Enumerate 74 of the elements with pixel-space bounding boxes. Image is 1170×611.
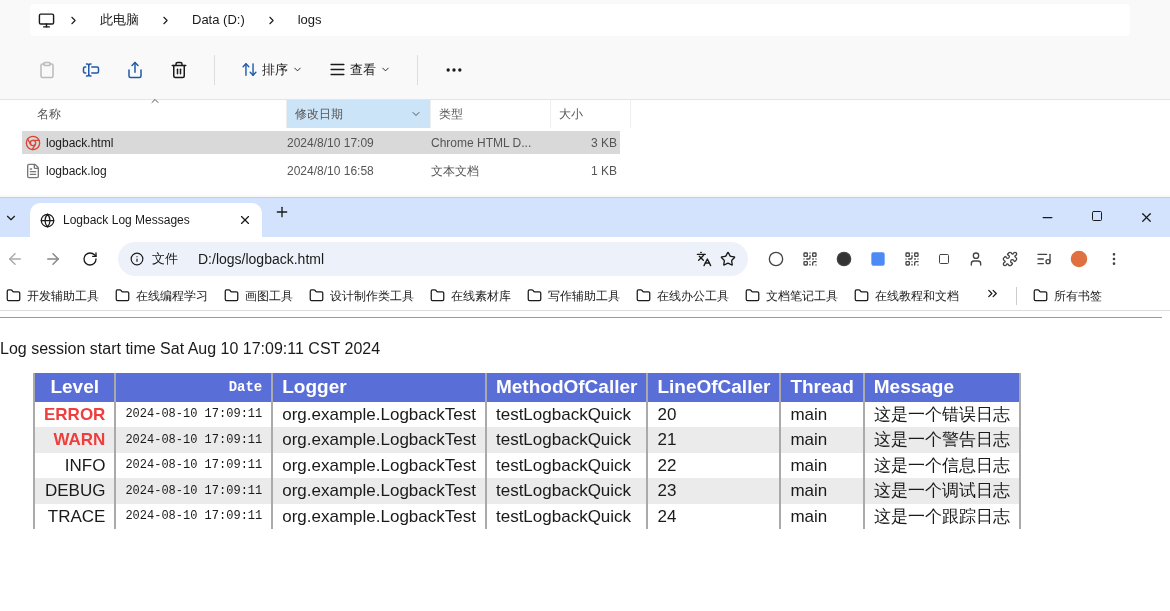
- table-cell: 2024-08-10 17:09:11: [115, 503, 273, 529]
- folder-icon: [1033, 288, 1048, 303]
- puzzle-icon[interactable]: [1002, 251, 1018, 267]
- address-bar[interactable]: 此电脑 Data (D:) logs: [30, 4, 1130, 36]
- share-icon[interactable]: [126, 60, 144, 79]
- bookmark-label: 在线办公工具: [657, 287, 729, 305]
- bookmark[interactable]: 在线素材库: [430, 286, 511, 305]
- folder-icon: [309, 288, 324, 303]
- bookmark-label: 在线教程和文档: [875, 287, 959, 305]
- url-bar[interactable]: 文件 D:/logs/logback.html: [118, 242, 748, 276]
- close-icon[interactable]: [1139, 210, 1154, 225]
- avatar-icon[interactable]: [968, 251, 984, 267]
- url-text: D:/logs/logback.html: [198, 249, 326, 269]
- breadcrumb-item[interactable]: 此电脑: [92, 10, 147, 30]
- forward-icon[interactable]: [44, 250, 62, 268]
- bookmark[interactable]: 所有书签: [1033, 286, 1102, 305]
- trash-icon[interactable]: [170, 60, 188, 79]
- clipboard-icon[interactable]: [38, 60, 56, 79]
- table-cell: 这是一个跟踪日志: [863, 503, 1020, 529]
- breadcrumb-item[interactable]: logs: [289, 10, 330, 30]
- table-cell: main: [780, 503, 864, 529]
- translate-icon[interactable]: [696, 251, 712, 267]
- table-cell: 24: [647, 503, 781, 529]
- bookmark[interactable]: 写作辅助工具: [527, 286, 620, 305]
- file-row[interactable]: logback.log 2024/8/10 16:58 文本文档 1 KB: [22, 159, 620, 182]
- bookmark-label: 文档笔记工具: [766, 287, 838, 305]
- sort-arrows-icon: [241, 61, 258, 78]
- table-cell: testLogbackQuick: [485, 503, 648, 529]
- bookmark-label: 在线素材库: [451, 287, 511, 305]
- new-tab-icon[interactable]: [274, 204, 290, 220]
- folder-icon: [6, 288, 21, 303]
- bookmark-label: 设计制作类工具: [330, 287, 414, 305]
- table-cell: org.example.LogbackTest: [272, 503, 486, 529]
- bookmark[interactable]: 画图工具: [224, 286, 293, 305]
- bookmark-label: 开发辅助工具: [27, 287, 99, 305]
- bookmark-label: 在线编程学习: [136, 287, 208, 305]
- file-row[interactable]: logback.html 2024/8/10 17:09 Chrome HTML D... 3 KB: [22, 131, 620, 154]
- bookmark[interactable]: 文档笔记工具: [745, 286, 838, 305]
- browser-tab[interactable]: Logback Log Messages: [30, 203, 262, 237]
- bookmark[interactable]: 在线办公工具: [636, 286, 729, 305]
- breadcrumb-item[interactable]: Data (D:): [184, 10, 253, 30]
- column-header[interactable]: 修改日期: [287, 100, 431, 128]
- close-icon[interactable]: [238, 213, 252, 227]
- lines-icon: [329, 61, 346, 78]
- folder-icon: [854, 288, 869, 303]
- folder-icon: [527, 288, 542, 303]
- document-icon: [25, 162, 41, 179]
- rename-icon[interactable]: [82, 60, 100, 79]
- bookmark[interactable]: 开发辅助工具: [6, 286, 99, 305]
- browser-icon: [25, 134, 41, 151]
- star-icon[interactable]: [720, 251, 736, 267]
- view-button[interactable]: 查看: [329, 59, 391, 80]
- bookmark[interactable]: 在线编程学习: [115, 286, 208, 305]
- folder-icon: [745, 288, 760, 303]
- folder-icon: [636, 288, 651, 303]
- profile-icon[interactable]: [1070, 250, 1088, 268]
- bookmark[interactable]: 设计制作类工具: [309, 286, 414, 305]
- folder-icon: [115, 288, 130, 303]
- reload-icon[interactable]: [82, 251, 98, 267]
- bookmark-label: 画图工具: [245, 287, 293, 305]
- bookmark-label: 所有书签: [1054, 287, 1102, 305]
- session-text: Log session start time Sat Aug 10 17:09:11 CST 2024: [0, 339, 381, 359]
- file-label: 文件: [152, 250, 178, 269]
- qr-code-icon[interactable]: [904, 251, 920, 267]
- globe-icon: [40, 212, 55, 228]
- bookmark[interactable]: 在线教程和文档: [854, 286, 959, 305]
- sort-button[interactable]: 排序: [241, 59, 303, 80]
- computer-icon: [38, 11, 55, 29]
- folder-icon: [224, 288, 239, 303]
- level-cell: TRACE: [34, 503, 116, 529]
- media-icon[interactable]: [1036, 251, 1052, 267]
- folder-icon: [430, 288, 445, 303]
- bookmark-label: 写作辅助工具: [548, 287, 620, 305]
- info-icon[interactable]: [130, 252, 144, 266]
